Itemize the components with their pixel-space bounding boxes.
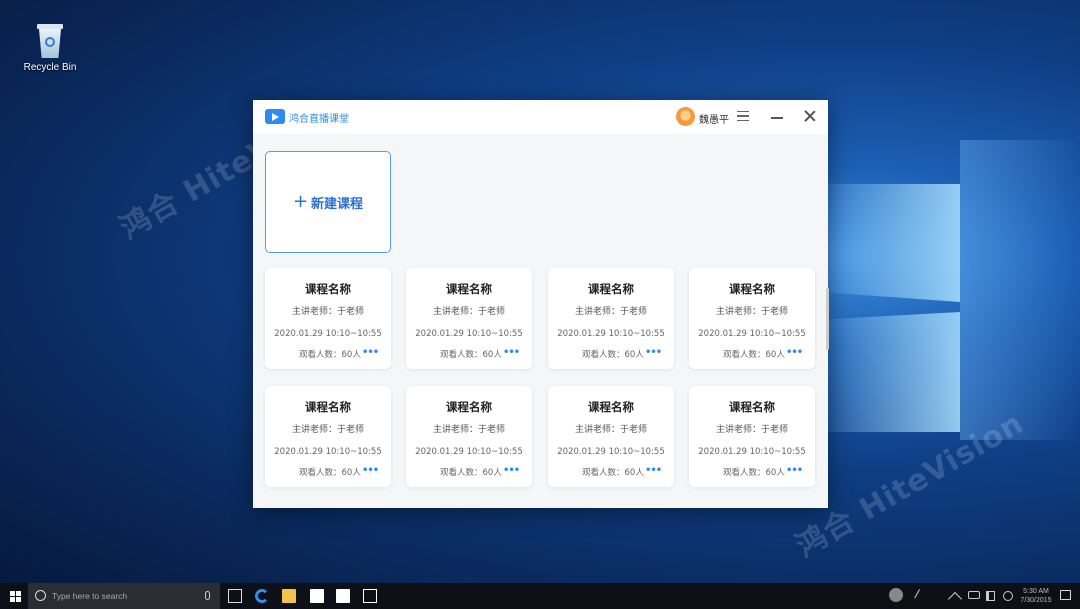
course-views: 观看人数：60人 xyxy=(723,468,785,478)
course-title: 课程名称 xyxy=(588,282,634,296)
close-button[interactable] xyxy=(803,109,817,123)
title-bar: 鸿合直播课堂 魏愚平 xyxy=(253,100,828,134)
course-title: 课程名称 xyxy=(305,282,351,296)
course-teacher: 主讲老师：于老师 xyxy=(432,307,505,317)
clock-date: 7/30/2015 xyxy=(1020,597,1052,604)
recycle-bin-label: Recycle Bin xyxy=(23,62,77,73)
wallpaper-beam-upper xyxy=(828,184,960,302)
recycle-bin-icon xyxy=(35,24,65,58)
course-views: 观看人数：60人 xyxy=(299,350,361,360)
course-card[interactable]: 课程名称 主讲老师：于老师 2020.01.29 10:10~10:55 观看人… xyxy=(406,386,532,487)
clock-time: 5:30 AM xyxy=(1023,588,1049,595)
microphone-icon[interactable] xyxy=(205,591,210,600)
network-icon[interactable] xyxy=(968,591,980,599)
course-card[interactable]: 课程名称 主讲老师：于老师 2020.01.29 10:10~10:55 观看人… xyxy=(265,386,391,487)
course-title: 课程名称 xyxy=(446,282,492,296)
store-icon[interactable] xyxy=(310,589,324,603)
course-teacher: 主讲老师：于老师 xyxy=(574,307,647,317)
app-window: 鸿合直播课堂 魏愚平 + 新建课程 课程名称 主讲老师：于老师 2020.01.… xyxy=(253,100,828,508)
taskbar-search[interactable]: Type here to search xyxy=(28,583,220,609)
taskbar: Type here to search 5:30 AM 7/30/2015 xyxy=(0,583,1080,609)
course-time: 2020.01.29 10:10~10:55 xyxy=(698,447,806,457)
wallpaper-beam-lower xyxy=(828,312,960,432)
user-name[interactable]: 魏愚平 xyxy=(699,111,729,126)
mail-icon[interactable] xyxy=(336,589,350,603)
course-card[interactable]: 课程名称 主讲老师：于老师 2020.01.29 10:10~10:55 观看人… xyxy=(265,268,391,369)
course-card[interactable]: 课程名称 主讲老师：于老师 2020.01.29 10:10~10:55 观看人… xyxy=(689,386,815,487)
app-title: 鸿合直播课堂 xyxy=(289,114,349,125)
course-title: 课程名称 xyxy=(305,400,351,414)
course-card[interactable]: 课程名称 主讲老师：于老师 2020.01.29 10:10~10:55 观看人… xyxy=(548,386,674,487)
menu-icon[interactable] xyxy=(737,111,749,121)
minimize-button[interactable] xyxy=(771,117,783,119)
course-time: 2020.01.29 10:10~10:55 xyxy=(274,447,382,457)
course-teacher: 主讲老师：于老师 xyxy=(432,425,505,435)
course-views: 观看人数：60人 xyxy=(582,350,644,360)
notification-icon[interactable] xyxy=(1060,590,1071,600)
course-teacher: 主讲老师：于老师 xyxy=(291,307,364,317)
course-card[interactable]: 课程名称 主讲老师：于老师 2020.01.29 10:10~10:55 观看人… xyxy=(689,268,815,369)
course-teacher: 主讲老师：于老师 xyxy=(715,307,788,317)
course-time: 2020.01.29 10:10~10:55 xyxy=(698,329,806,339)
course-views: 观看人数：60人 xyxy=(723,350,785,360)
avatar[interactable] xyxy=(676,107,695,126)
edge-browser-icon[interactable] xyxy=(255,589,269,603)
task-view-icon[interactable] xyxy=(228,589,242,603)
pen-icon[interactable] xyxy=(914,589,928,603)
course-time: 2020.01.29 10:10~10:55 xyxy=(415,329,523,339)
tray-app-icon[interactable] xyxy=(889,588,903,602)
course-title: 课程名称 xyxy=(446,400,492,414)
plus-icon: + xyxy=(292,191,309,212)
app-logo-icon xyxy=(265,109,285,124)
course-teacher: 主讲老师：于老师 xyxy=(715,425,788,435)
cortana-icon xyxy=(35,590,46,601)
chevron-up-icon[interactable] xyxy=(947,591,963,607)
course-time: 2020.01.29 10:10~10:55 xyxy=(557,447,665,457)
input-method-icon[interactable] xyxy=(1003,591,1013,601)
more-icon[interactable]: ••• xyxy=(645,348,662,358)
course-views: 观看人数：60人 xyxy=(582,468,644,478)
new-course-button[interactable]: + 新建课程 xyxy=(265,151,391,253)
course-title: 课程名称 xyxy=(729,400,775,414)
course-title: 课程名称 xyxy=(729,282,775,296)
course-time: 2020.01.29 10:10~10:55 xyxy=(274,329,382,339)
more-icon[interactable]: ••• xyxy=(503,466,520,476)
course-views: 观看人数：60人 xyxy=(299,468,361,478)
wallpaper-glow xyxy=(960,140,1080,440)
more-icon[interactable]: ••• xyxy=(645,466,662,476)
taskbar-clock[interactable]: 5:30 AM 7/30/2015 xyxy=(1016,587,1056,605)
more-icon[interactable]: ••• xyxy=(786,348,803,358)
course-card[interactable]: 课程名称 主讲老师：于老师 2020.01.29 10:10~10:55 观看人… xyxy=(548,268,674,369)
course-views: 观看人数：60人 xyxy=(440,468,502,478)
photos-icon[interactable] xyxy=(363,589,377,603)
new-course-label: 新建课程 xyxy=(311,196,364,212)
course-teacher: 主讲老师：于老师 xyxy=(574,425,647,435)
course-title: 课程名称 xyxy=(588,400,634,414)
course-card[interactable]: 课程名称 主讲老师：于老师 2020.01.29 10:10~10:55 观看人… xyxy=(406,268,532,369)
desktop: { "desktop": { "recycle_bin_label": "Rec… xyxy=(0,0,1080,609)
recycle-bin[interactable]: Recycle Bin xyxy=(20,24,80,73)
start-button[interactable] xyxy=(10,591,21,602)
more-icon[interactable]: ••• xyxy=(503,348,520,358)
course-teacher: 主讲老师：于老师 xyxy=(291,425,364,435)
file-explorer-icon[interactable] xyxy=(282,589,296,603)
course-time: 2020.01.29 10:10~10:55 xyxy=(415,447,523,457)
course-views: 观看人数：60人 xyxy=(440,350,502,360)
search-placeholder: Type here to search xyxy=(52,591,128,601)
more-icon[interactable]: ••• xyxy=(362,348,379,358)
course-time: 2020.01.29 10:10~10:55 xyxy=(557,329,665,339)
volume-icon[interactable] xyxy=(986,591,995,601)
more-icon[interactable]: ••• xyxy=(362,466,379,476)
scrollbar-thumb[interactable] xyxy=(826,288,829,350)
more-icon[interactable]: ••• xyxy=(786,466,803,476)
